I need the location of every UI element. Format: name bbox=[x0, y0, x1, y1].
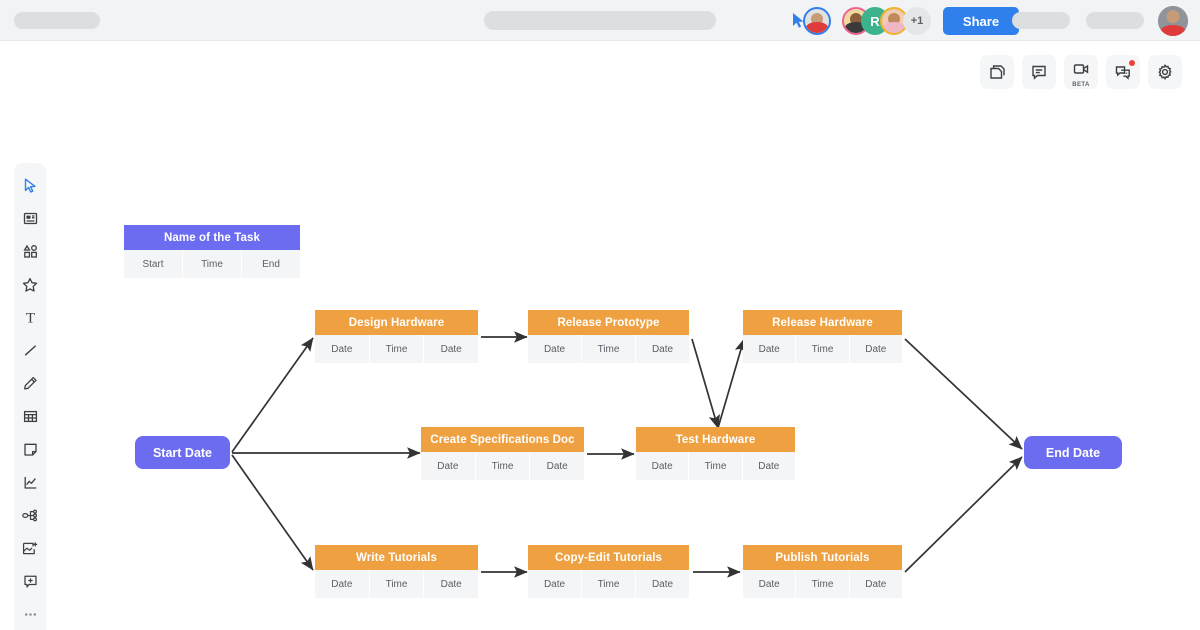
task-cell-start: Date bbox=[421, 452, 476, 480]
legend-title: Name of the Task bbox=[124, 225, 300, 250]
node-release-prototype[interactable]: Release Prototype Date Time Date bbox=[528, 310, 689, 363]
beta-label: BETA bbox=[1072, 82, 1090, 88]
task-title: Release Hardware bbox=[743, 310, 902, 335]
notification-badge bbox=[1129, 60, 1135, 66]
more-tools[interactable] bbox=[14, 598, 46, 630]
legend-cells: Start Time End bbox=[124, 250, 300, 278]
task-title: Test Hardware bbox=[636, 427, 795, 452]
image-upload-tool[interactable] bbox=[14, 532, 46, 565]
frame-add-tool[interactable] bbox=[14, 565, 46, 598]
task-title: Release Prototype bbox=[528, 310, 689, 335]
note-card-tool[interactable] bbox=[14, 202, 46, 235]
task-cell-time: Time bbox=[796, 570, 850, 598]
chat-icon[interactable] bbox=[1106, 55, 1140, 89]
mindmap-tool[interactable] bbox=[14, 499, 46, 532]
cursor-select-tool[interactable] bbox=[14, 169, 46, 202]
node-copy-edit-tutorials[interactable]: Copy-Edit Tutorials Date Time Date bbox=[528, 545, 689, 598]
task-cells: Date Time Date bbox=[528, 570, 689, 598]
task-cell-end: Date bbox=[636, 570, 689, 598]
gear-icon[interactable] bbox=[1148, 55, 1182, 89]
pages-icon[interactable] bbox=[980, 55, 1014, 89]
task-cell-start: Date bbox=[743, 570, 797, 598]
shapes-tool[interactable] bbox=[14, 235, 46, 268]
task-title: Copy-Edit Tutorials bbox=[528, 545, 689, 570]
task-cell-time: Time bbox=[475, 452, 531, 480]
task-cells: Date Time Date bbox=[743, 570, 902, 598]
task-title: Design Hardware bbox=[315, 310, 478, 335]
task-cell-time: Time bbox=[369, 570, 425, 598]
task-cells: Date Time Date bbox=[315, 335, 479, 363]
task-cell-end: Date bbox=[424, 570, 479, 598]
task-cell-end: Date bbox=[424, 335, 479, 363]
task-cell-end: Date bbox=[530, 452, 585, 480]
avatar-overflow-count[interactable]: +1 bbox=[903, 7, 931, 35]
svg-text:T: T bbox=[25, 311, 34, 327]
avatar[interactable] bbox=[803, 7, 831, 35]
legend-card[interactable]: Name of the Task Start Time End bbox=[124, 225, 300, 278]
task-cells: Date Time Date bbox=[315, 570, 479, 598]
node-publish-tutorials[interactable]: Publish Tutorials Date Time Date bbox=[743, 545, 902, 598]
task-title: Create Specifications Doc bbox=[421, 427, 584, 452]
sticky-note-tool[interactable] bbox=[14, 433, 46, 466]
legend-cell-time: Time bbox=[183, 250, 242, 278]
node-write-tutorials[interactable]: Write Tutorials Date Time Date bbox=[315, 545, 479, 598]
task-title: Write Tutorials bbox=[315, 545, 478, 570]
whiteboard-app: R +1 Share BETA T Name of the Task Start… bbox=[0, 0, 1200, 630]
text-tool[interactable]: T bbox=[14, 301, 46, 334]
workspace-title-placeholder[interactable] bbox=[14, 11, 100, 29]
task-cell-start: Date bbox=[315, 335, 370, 363]
board-title-placeholder[interactable] bbox=[484, 10, 716, 30]
node-create-specifications-doc[interactable]: Create Specifications Doc Date Time Date bbox=[421, 427, 585, 480]
node-design-hardware[interactable]: Design Hardware Date Time Date bbox=[315, 310, 479, 363]
left-toolbar: T bbox=[14, 163, 46, 630]
task-cell-time: Time bbox=[582, 570, 636, 598]
node-test-hardware[interactable]: Test Hardware Date Time Date bbox=[636, 427, 795, 480]
line-tool[interactable] bbox=[14, 334, 46, 367]
node-start-date[interactable]: Start Date bbox=[135, 436, 230, 469]
task-cell-end: Date bbox=[742, 452, 795, 480]
node-end-date[interactable]: End Date bbox=[1024, 436, 1122, 469]
task-cells: Date Time Date bbox=[743, 335, 902, 363]
task-cells: Date Time Date bbox=[636, 452, 795, 480]
task-cell-end: Date bbox=[849, 570, 902, 598]
task-cell-start: Date bbox=[636, 452, 690, 480]
task-cell-start: Date bbox=[528, 570, 582, 598]
task-cell-time: Time bbox=[689, 452, 743, 480]
legend-cell-start: Start bbox=[124, 250, 183, 278]
task-cells: Date Time Date bbox=[421, 452, 585, 480]
task-cell-time: Time bbox=[582, 335, 636, 363]
task-cell-start: Date bbox=[315, 570, 370, 598]
share-button[interactable]: Share bbox=[943, 7, 1019, 35]
comment-icon[interactable] bbox=[1022, 55, 1056, 89]
task-cells: Date Time Date bbox=[528, 335, 689, 363]
video-call-icon[interactable]: BETA bbox=[1064, 55, 1098, 89]
top-bar: R +1 Share bbox=[0, 0, 1200, 41]
task-cell-start: Date bbox=[743, 335, 797, 363]
task-cell-time: Time bbox=[796, 335, 850, 363]
task-cell-time: Time bbox=[369, 335, 425, 363]
right-tool-group: BETA bbox=[980, 55, 1182, 89]
table-tool[interactable] bbox=[14, 400, 46, 433]
task-cell-end: Date bbox=[849, 335, 902, 363]
task-cell-end: Date bbox=[636, 335, 689, 363]
user-avatar[interactable] bbox=[1158, 6, 1188, 36]
toolbar-placeholder-2[interactable] bbox=[1086, 12, 1144, 29]
task-title: Publish Tutorials bbox=[743, 545, 902, 570]
pencil-tool[interactable] bbox=[14, 367, 46, 400]
task-cell-start: Date bbox=[528, 335, 582, 363]
star-tool[interactable] bbox=[14, 268, 46, 301]
chart-tool[interactable] bbox=[14, 466, 46, 499]
legend-cell-end: End bbox=[242, 250, 300, 278]
node-release-hardware[interactable]: Release Hardware Date Time Date bbox=[743, 310, 902, 363]
toolbar-placeholder-1[interactable] bbox=[1012, 12, 1070, 29]
